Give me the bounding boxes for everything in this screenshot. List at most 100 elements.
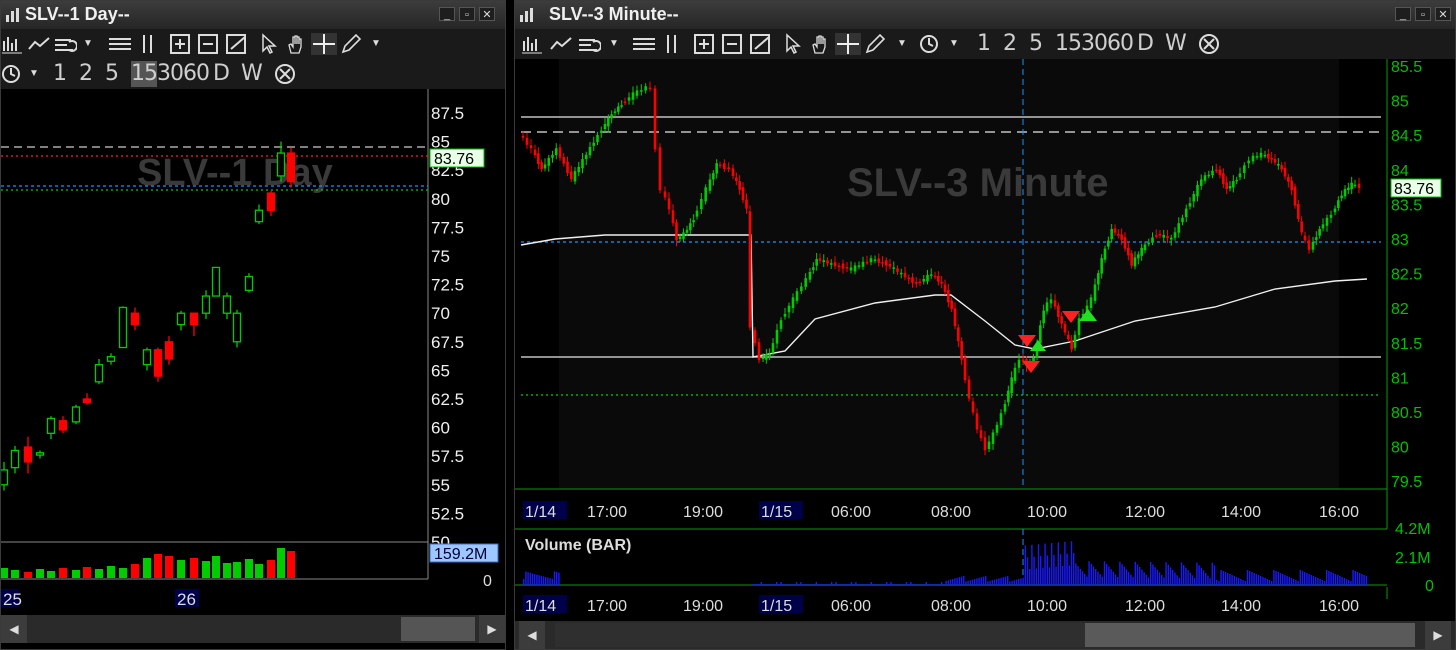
pointer-icon[interactable] <box>259 33 279 55</box>
period-button-5[interactable]: 5 <box>105 61 119 87</box>
horizontal-lines-icon[interactable] <box>107 33 133 55</box>
daily-price-chart[interactable]: SLV--1 Day 87.5 85 82.5 80 77.5 75 72.5 70 67.5 6… <box>1 89 505 621</box>
period-button-2[interactable]: 2 <box>79 61 93 87</box>
intraday-volume-bar <box>1136 564 1139 585</box>
dropdown-arrow-icon[interactable]: ▼ <box>947 33 961 55</box>
clock-icon[interactable] <box>919 33 941 55</box>
vertical-lines-icon[interactable] <box>137 33 159 55</box>
intraday-candle-body <box>562 157 566 164</box>
crosshair-icon[interactable] <box>835 33 861 55</box>
intraday-title-bar[interactable]: SLV--3 Minute-- _ ▫ ✕ <box>515 1 1455 29</box>
period-button-daily[interactable]: D <box>213 61 230 87</box>
scroll-thumb[interactable] <box>555 623 1085 647</box>
intraday-candle-body <box>815 259 818 266</box>
horizontal-lines-icon[interactable] <box>631 33 657 55</box>
period-button-daily[interactable]: D <box>1137 31 1154 57</box>
daily-candle-body <box>82 398 92 404</box>
scroll-right-arrow[interactable]: ▶ <box>479 615 505 643</box>
zoom-in-icon[interactable] <box>169 33 193 55</box>
minimize-button[interactable]: _ <box>1395 7 1411 21</box>
close-button[interactable]: ✕ <box>1435 7 1451 21</box>
minimize-button[interactable]: _ <box>439 7 455 21</box>
intraday-candle-body <box>1133 257 1137 267</box>
intraday-candle-body <box>999 413 1003 426</box>
scroll-thumb[interactable] <box>401 617 475 641</box>
intraday-candle-body <box>577 166 581 173</box>
intraday-candle-body <box>727 167 730 169</box>
period-button-2[interactable]: 2 <box>1003 31 1017 57</box>
pencil-icon[interactable] <box>863 33 887 55</box>
line-chart-icon[interactable] <box>27 33 51 55</box>
crosshair-icon[interactable] <box>311 33 337 55</box>
period-button-1[interactable]: 1 <box>53 61 67 87</box>
scroll-thumb-handle[interactable] <box>1085 623 1415 647</box>
intraday-candle-body <box>975 413 979 430</box>
daily-volume-bar <box>190 558 198 578</box>
period-button-60[interactable]: 60 <box>183 61 210 87</box>
bar-chart-icon[interactable] <box>521 33 543 55</box>
dropdown-arrow-icon[interactable]: ▼ <box>81 33 95 55</box>
intraday-volume-bar <box>782 584 784 585</box>
intraday-volume-bar <box>822 584 824 585</box>
indicator-icon[interactable] <box>53 33 78 55</box>
zoom-in-icon[interactable] <box>693 33 717 55</box>
scroll-right-arrow[interactable]: ▶ <box>1425 621 1451 649</box>
maximize-button[interactable]: ▫ <box>459 7 475 21</box>
close-circle-icon[interactable] <box>273 63 297 85</box>
intraday-volume-bar <box>1198 565 1200 585</box>
zoom-out-icon[interactable] <box>197 33 221 55</box>
intraday-candle-body <box>627 97 631 101</box>
intraday-candle-body <box>566 161 569 174</box>
intraday-volume-bar <box>1172 570 1174 585</box>
daily-title-bar[interactable]: SLV--1 Day-- _ ▫ ✕ <box>1 1 505 29</box>
close-button[interactable]: ✕ <box>479 7 495 21</box>
period-button-weekly[interactable]: W <box>241 61 263 87</box>
intraday-volume-bar <box>1141 569 1143 585</box>
daily-horizontal-scrollbar[interactable]: ◀ ▶ <box>1 615 505 643</box>
hand-icon[interactable] <box>809 33 831 55</box>
period-button-5[interactable]: 5 <box>1029 31 1043 57</box>
line-chart-icon[interactable] <box>549 33 573 55</box>
vertical-lines-icon[interactable] <box>661 33 683 55</box>
period-button-30[interactable]: 30 <box>1081 31 1108 57</box>
intraday-horizontal-scrollbar[interactable]: ◀ ▶ <box>515 621 1455 649</box>
period-button-60[interactable]: 60 <box>1107 31 1134 57</box>
dropdown-arrow-icon[interactable]: ▼ <box>27 63 41 85</box>
intraday-candle-body <box>1270 157 1273 160</box>
intraday-volume-bar <box>1279 573 1282 585</box>
intraday-volume-bar <box>1275 571 1277 585</box>
period-button-weekly[interactable]: W <box>1165 31 1187 57</box>
dropdown-arrow-icon[interactable]: ▼ <box>895 33 909 55</box>
period-button-1[interactable]: 1 <box>977 31 991 57</box>
intraday-candle-body <box>837 265 841 268</box>
bar-chart-icon[interactable] <box>1 33 23 55</box>
intraday-volume-bar <box>1328 571 1330 585</box>
clock-icon[interactable] <box>1 63 23 85</box>
intraday-volume-bar <box>1029 569 1031 585</box>
dropdown-arrow-icon[interactable]: ▼ <box>607 33 621 55</box>
intraday-volume-bar <box>756 584 758 585</box>
period-button-30[interactable]: 30 <box>157 61 184 87</box>
scroll-left-arrow[interactable]: ◀ <box>519 621 545 649</box>
pointer-icon[interactable] <box>783 33 803 55</box>
scroll-left-arrow[interactable]: ◀ <box>1 615 27 643</box>
intraday-volume-bar <box>936 584 938 585</box>
indicator-icon[interactable] <box>577 33 602 55</box>
zoom-fit-icon[interactable] <box>749 33 775 55</box>
close-circle-icon[interactable] <box>1197 33 1221 55</box>
pencil-icon[interactable] <box>339 33 363 55</box>
period-button-15[interactable]: 15 <box>131 61 158 87</box>
intraday-volume-bar <box>1189 572 1191 585</box>
dropdown-arrow-icon[interactable]: ▼ <box>369 33 383 55</box>
hand-icon[interactable] <box>285 33 307 55</box>
intraday-volume-bar <box>1356 572 1359 585</box>
intraday-candle-body <box>1340 195 1343 199</box>
zoom-fit-icon[interactable] <box>225 33 251 55</box>
period-button-15[interactable]: 15 <box>1055 31 1082 57</box>
zoom-out-icon[interactable] <box>721 33 745 55</box>
intraday-price-chart[interactable]: SLV--3 Minute 85.5 85 84.5 84 83.5 83 82.5 82 81… <box>515 59 1455 621</box>
intraday-candle-body <box>991 432 995 444</box>
intraday-volume-bar <box>1310 575 1312 585</box>
intraday-price-tick: 84.5 <box>1391 128 1422 145</box>
maximize-button[interactable]: ▫ <box>1415 7 1431 21</box>
